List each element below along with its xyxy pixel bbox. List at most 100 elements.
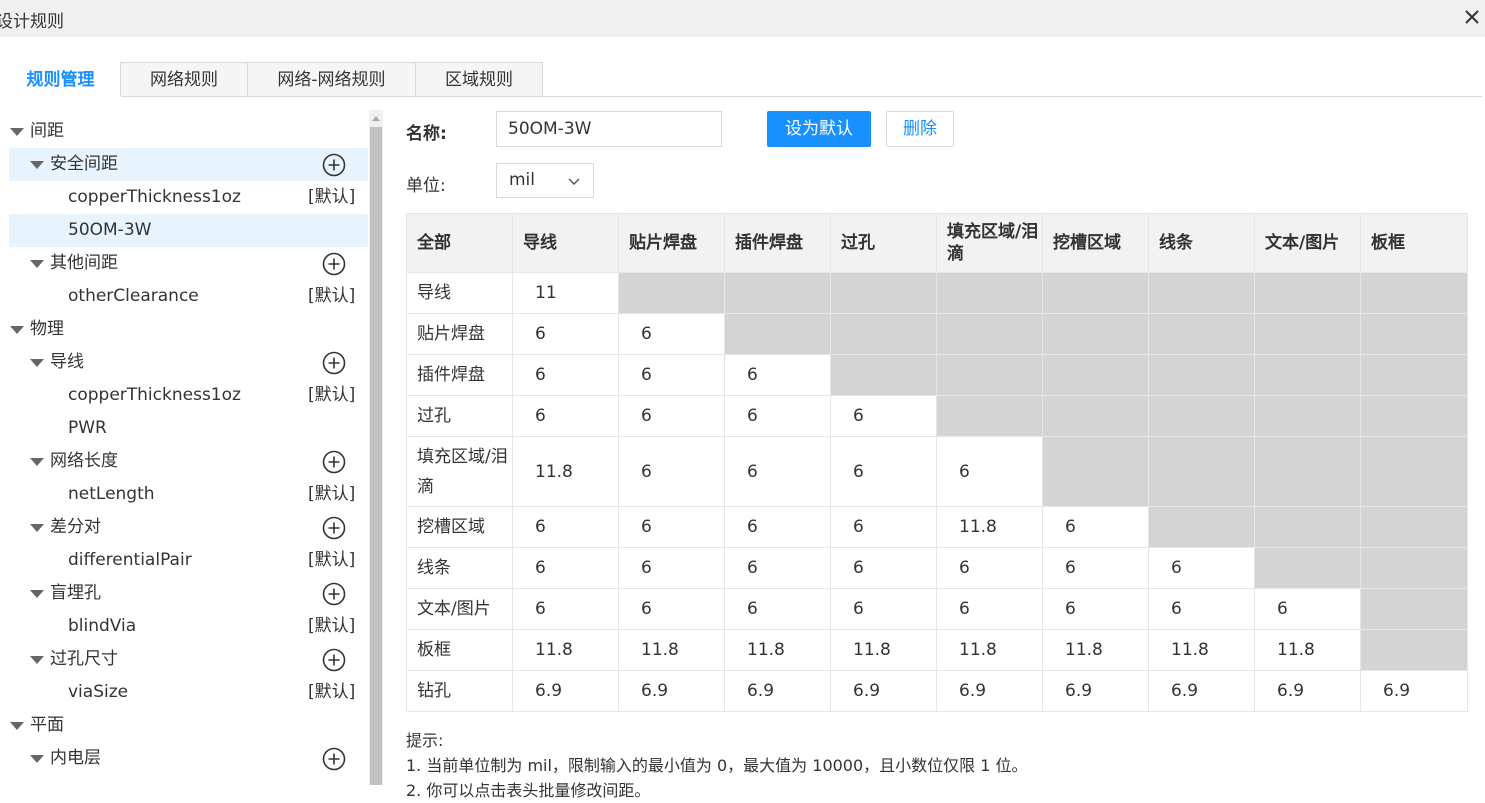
matrix-column-header[interactable]: 插件焊盘 — [724, 213, 831, 273]
matrix-row-header[interactable]: 钻孔 — [406, 670, 513, 712]
tree-node[interactable]: 过孔尺寸 — [9, 643, 368, 676]
name-input[interactable]: 50OM-3W — [496, 111, 722, 147]
clearance-cell[interactable]: 11 — [512, 272, 619, 314]
clearance-cell[interactable]: 11.8 — [1042, 629, 1149, 671]
tree-node[interactable]: 导线 — [9, 346, 368, 379]
add-circle-icon[interactable] — [322, 582, 346, 606]
matrix-column-header[interactable]: 填充区域/泪滴 — [936, 213, 1043, 273]
matrix-row-header[interactable]: 填充区域/泪滴 — [406, 436, 513, 507]
clearance-cell[interactable]: 6 — [724, 547, 831, 589]
clearance-cell[interactable]: 11.8 — [724, 629, 831, 671]
matrix-row-header[interactable]: 板框 — [406, 629, 513, 671]
clearance-cell[interactable]: 6 — [936, 588, 1043, 630]
clearance-cell[interactable]: 6 — [1042, 506, 1149, 548]
tree-leaf[interactable]: viaSize [默认] — [9, 676, 368, 709]
tab-net-rules[interactable]: 网络规则 — [120, 62, 248, 96]
add-circle-icon[interactable] — [322, 516, 346, 540]
tree-leaf[interactable]: copperThickness1oz [默认] — [9, 379, 368, 412]
tree-node[interactable]: 盲埋孔 — [9, 577, 368, 610]
clearance-cell[interactable]: 11.8 — [1254, 629, 1361, 671]
clearance-cell[interactable]: 6 — [512, 354, 619, 396]
tree-node[interactable]: 安全间距 — [9, 148, 368, 181]
matrix-row-header[interactable]: 插件焊盘 — [406, 354, 513, 396]
clearance-cell[interactable]: 11.8 — [512, 629, 619, 671]
clearance-cell[interactable]: 6 — [512, 313, 619, 355]
tree-scrollbar[interactable] — [369, 110, 383, 785]
clearance-cell[interactable]: 6 — [830, 547, 937, 589]
tree-node[interactable]: 物理 — [9, 313, 368, 346]
clearance-cell[interactable]: 6 — [618, 395, 725, 437]
clearance-cell[interactable]: 11.8 — [618, 629, 725, 671]
tree-node[interactable]: 差分对 — [9, 511, 368, 544]
clearance-cell[interactable]: 6 — [618, 436, 725, 507]
clearance-cell[interactable]: 6 — [1148, 588, 1255, 630]
clearance-cell[interactable]: 6 — [724, 436, 831, 507]
caret-down-icon[interactable] — [29, 445, 45, 478]
tree-leaf[interactable]: otherClearance [默认] — [9, 280, 368, 313]
caret-down-icon[interactable] — [29, 577, 45, 610]
clearance-cell[interactable]: 6 — [1254, 588, 1361, 630]
clearance-cell[interactable]: 6 — [830, 506, 937, 548]
clearance-cell[interactable]: 6 — [512, 588, 619, 630]
caret-down-icon[interactable] — [29, 742, 45, 775]
clearance-cell[interactable]: 6.9 — [1360, 670, 1468, 712]
clearance-cell[interactable]: 6 — [512, 547, 619, 589]
clearance-cell[interactable]: 6 — [724, 506, 831, 548]
delete-button[interactable]: 删除 — [886, 111, 954, 147]
matrix-column-header[interactable]: 挖槽区域 — [1042, 213, 1149, 273]
tree-node[interactable]: 内电层 — [9, 742, 368, 775]
tree-node[interactable]: 网络长度 — [9, 445, 368, 478]
clearance-cell[interactable]: 6.9 — [512, 670, 619, 712]
clearance-cell[interactable]: 11.8 — [936, 506, 1043, 548]
tree-leaf[interactable]: PWR — [9, 412, 368, 445]
tab-region-rules[interactable]: 区域规则 — [415, 62, 543, 96]
caret-down-icon[interactable] — [9, 115, 25, 148]
clearance-cell[interactable]: 6 — [618, 588, 725, 630]
clearance-cell[interactable]: 6.9 — [1148, 670, 1255, 712]
clearance-cell[interactable]: 6 — [830, 436, 937, 507]
matrix-column-header[interactable]: 贴片焊盘 — [618, 213, 725, 273]
matrix-row-header[interactable]: 过孔 — [406, 395, 513, 437]
add-circle-icon[interactable] — [322, 252, 346, 276]
tree-leaf[interactable]: netLength [默认] — [9, 478, 368, 511]
matrix-column-header[interactable]: 板框 — [1360, 213, 1468, 273]
clearance-cell[interactable]: 6 — [512, 506, 619, 548]
caret-down-icon[interactable] — [9, 313, 25, 346]
tree-node[interactable]: 其他间距 — [9, 247, 368, 280]
clearance-cell[interactable]: 6 — [512, 395, 619, 437]
clearance-cell[interactable]: 6 — [936, 547, 1043, 589]
caret-down-icon[interactable] — [29, 148, 45, 181]
matrix-row-header[interactable]: 线条 — [406, 547, 513, 589]
caret-down-icon[interactable] — [29, 346, 45, 379]
tree-leaf[interactable]: copperThickness1oz [默认] — [9, 181, 368, 214]
clearance-cell[interactable]: 6.9 — [1254, 670, 1361, 712]
tree-leaf[interactable]: differentialPair [默认] — [9, 544, 368, 577]
matrix-column-header[interactable]: 过孔 — [830, 213, 937, 273]
matrix-row-header[interactable]: 导线 — [406, 272, 513, 314]
clearance-cell[interactable]: 6 — [724, 588, 831, 630]
clearance-cell[interactable]: 6.9 — [724, 670, 831, 712]
matrix-column-header[interactable]: 文本/图片 — [1254, 213, 1361, 273]
matrix-row-header[interactable]: 文本/图片 — [406, 588, 513, 630]
clearance-cell[interactable]: 6 — [936, 436, 1043, 507]
scroll-thumb[interactable] — [370, 127, 382, 785]
caret-down-icon[interactable] — [29, 511, 45, 544]
add-circle-icon[interactable] — [322, 747, 346, 771]
clearance-cell[interactable]: 6 — [618, 506, 725, 548]
close-icon[interactable] — [1459, 4, 1485, 30]
caret-down-icon[interactable] — [29, 247, 45, 280]
clearance-cell[interactable]: 6 — [724, 395, 831, 437]
clearance-cell[interactable]: 6 — [618, 354, 725, 396]
add-circle-icon[interactable] — [322, 648, 346, 672]
clearance-cell[interactable]: 6.9 — [936, 670, 1043, 712]
tab-rule-management[interactable]: 规则管理 — [0, 62, 121, 97]
matrix-row-header[interactable]: 挖槽区域 — [406, 506, 513, 548]
matrix-row-header[interactable]: 贴片焊盘 — [406, 313, 513, 355]
matrix-corner-header[interactable]: 全部 — [406, 213, 513, 273]
unit-select[interactable]: mil — [496, 163, 594, 198]
clearance-cell[interactable]: 6 — [618, 313, 725, 355]
clearance-cell[interactable]: 6 — [830, 588, 937, 630]
clearance-cell[interactable]: 6.9 — [618, 670, 725, 712]
clearance-cell[interactable]: 6 — [1042, 547, 1149, 589]
add-circle-icon[interactable] — [322, 351, 346, 375]
